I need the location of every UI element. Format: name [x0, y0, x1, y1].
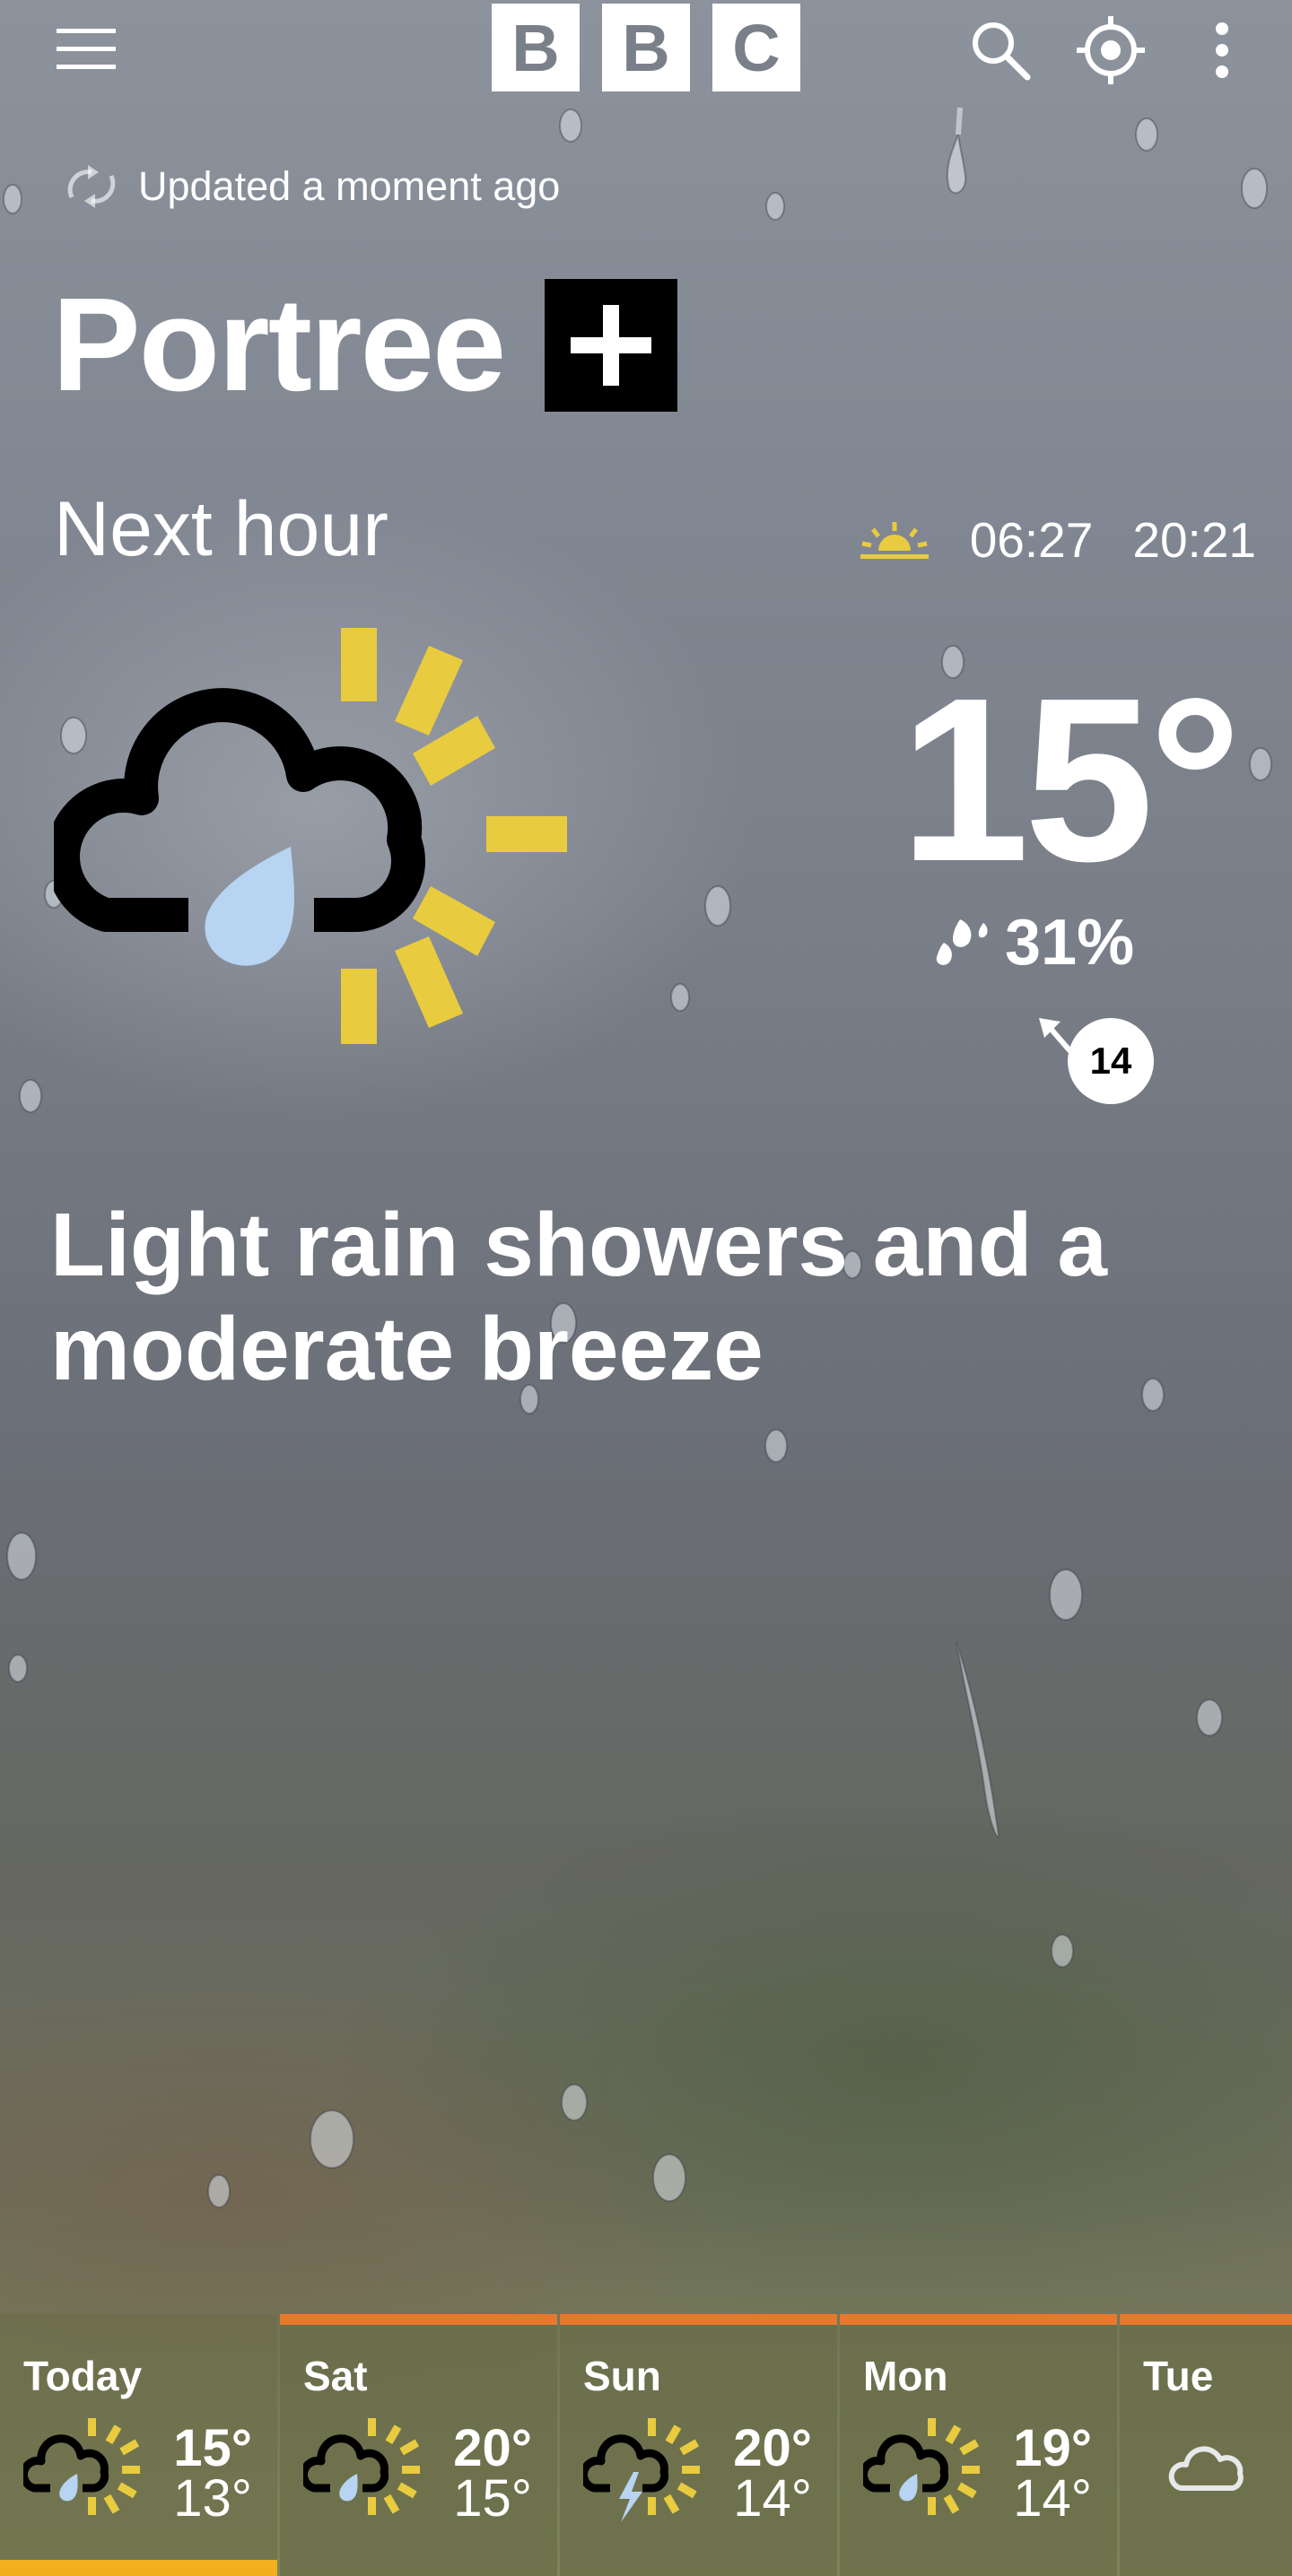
forecast-day-name: Mon — [863, 2353, 948, 2399]
forecast-high-temp: 20° — [453, 2419, 532, 2477]
search-icon — [973, 22, 1031, 81]
forecast-low-temp: 15° — [453, 2469, 532, 2528]
light-rain-showers-sunny-intervals-icon — [54, 628, 567, 1044]
humidity: 31% — [933, 906, 1134, 979]
updated-text: Updated a moment ago — [138, 163, 561, 209]
logo-letter: B — [492, 4, 580, 91]
forecast-day-name: Today — [23, 2353, 143, 2399]
logo-letter: B — [602, 4, 690, 91]
plus-icon — [571, 305, 652, 386]
current-temperature: 15° — [899, 650, 1242, 910]
forecast-day-tue[interactable]: Tue — [1120, 2314, 1292, 2576]
forecast-day-mon[interactable]: Mon 19° 14° — [840, 2314, 1117, 2576]
wind-speed-badge: 14 — [1068, 1018, 1154, 1104]
location-button[interactable] — [1075, 14, 1147, 86]
add-location-button[interactable] — [545, 279, 678, 412]
forecast-day-sat[interactable]: Sat 20° 15° — [280, 2314, 557, 2576]
cloud-icon — [1168, 2446, 1244, 2491]
light-rain-showers-icon — [303, 2418, 420, 2515]
location-header: Portree — [52, 271, 678, 419]
menu-button[interactable] — [50, 18, 122, 81]
forecast-day-name: Tue — [1143, 2353, 1214, 2399]
forecast-high-temp: 15° — [173, 2419, 252, 2477]
refresh-icon — [67, 165, 116, 208]
humidity-droplets-icon — [936, 919, 988, 965]
hamburger-menu-icon — [57, 29, 116, 69]
sunrise-icon — [860, 522, 929, 559]
weather-summary: Light rain showers and a moderate breeze — [50, 1195, 1107, 1399]
thunder-showers-icon — [583, 2418, 700, 2522]
humidity-value: 31% — [1005, 907, 1135, 979]
daily-forecast-strip: Today 15° 13° Sat 20° 15° Sun 20° 14° Mo… — [0, 2314, 1292, 2576]
logo-letter: C — [712, 4, 800, 91]
light-rain-showers-icon — [863, 2418, 980, 2515]
more-options-button[interactable] — [1186, 14, 1258, 86]
forecast-day-sun[interactable]: Sun 20° 14° — [560, 2314, 837, 2576]
forecast-day-today[interactable]: Today 15° 13° — [0, 2314, 277, 2576]
forecast-low-temp: 14° — [733, 2469, 812, 2528]
location-name: Portree — [52, 271, 506, 419]
sunrise-time: 06:27 — [969, 512, 1094, 568]
light-rain-showers-icon — [23, 2418, 140, 2515]
forecast-low-temp: 14° — [1013, 2469, 1092, 2528]
forecast-high-temp: 20° — [733, 2419, 812, 2477]
sunrise-sunset: 06:27 20:21 — [859, 511, 1256, 569]
sunset-time: 20:21 — [1132, 512, 1256, 568]
bbc-logo[interactable]: B B C — [492, 4, 800, 91]
update-status[interactable]: Updated a moment ago — [56, 160, 560, 213]
crosshair-location-icon — [1077, 16, 1145, 84]
period-label: Next hour — [54, 486, 388, 572]
search-button[interactable] — [965, 14, 1036, 86]
forecast-day-name: Sun — [583, 2353, 661, 2399]
forecast-high-temp: 19° — [1013, 2419, 1092, 2477]
forecast-low-temp: 13° — [173, 2469, 252, 2528]
more-vertical-icon — [1216, 22, 1228, 78]
forecast-day-name: Sat — [303, 2353, 368, 2399]
top-bar: B B C — [0, 0, 1292, 99]
